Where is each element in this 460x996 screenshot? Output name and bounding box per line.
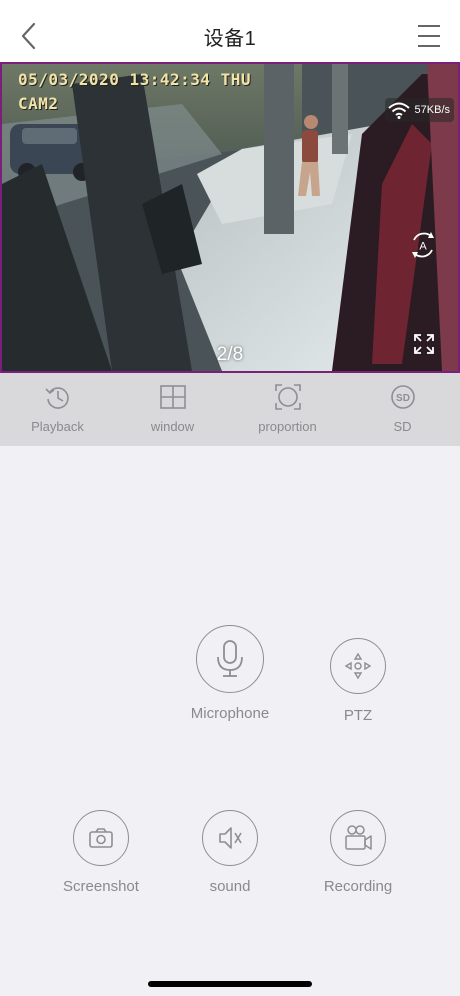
video-toolbar: Playback window proportion SD SD <box>0 373 460 446</box>
menu-button[interactable] <box>416 22 442 50</box>
home-indicator[interactable] <box>148 981 312 987</box>
playback-button[interactable]: Playback <box>0 373 115 446</box>
live-video-view[interactable]: 05/03/2020 13:42:34 THU CAM2 57KB/s A 2/… <box>0 62 460 373</box>
proportion-label: proportion <box>258 419 317 434</box>
proportion-button[interactable]: proportion <box>230 373 345 446</box>
fullscreen-icon <box>414 334 434 354</box>
ptz-control: PTZ <box>298 638 418 724</box>
screenshot-label: Screenshot <box>63 878 139 895</box>
auto-rotate-button[interactable]: A <box>408 230 438 260</box>
network-speed-value: 57KB/s <box>414 104 450 116</box>
page-indicator: 2/8 <box>216 344 244 365</box>
osd-camera-name: CAM2 <box>18 94 59 113</box>
microphone-label: Microphone <box>190 705 270 722</box>
history-clock-icon <box>44 387 69 409</box>
microphone-control: Microphone <box>170 625 290 722</box>
screenshot-button[interactable] <box>73 810 129 866</box>
ptz-direction-icon <box>344 652 372 680</box>
wifi-icon <box>387 102 410 119</box>
network-speed-badge: 57KB/s <box>384 98 454 122</box>
sound-button[interactable] <box>202 810 258 866</box>
window-button[interactable]: window <box>115 373 230 446</box>
recording-label: Recording <box>323 878 393 895</box>
playback-label: Playback <box>31 419 84 434</box>
sd-button[interactable]: SD SD <box>345 373 460 446</box>
navigation-bar: 设备1 <box>0 0 460 62</box>
sound-control: sound <box>170 810 290 895</box>
recording-button[interactable] <box>330 810 386 866</box>
sd-card-icon: SD <box>390 385 415 409</box>
ptz-label: PTZ <box>343 707 373 724</box>
recording-control: Recording <box>298 810 418 895</box>
camera-icon <box>89 828 113 848</box>
auto-rotate-icon: A <box>412 232 434 258</box>
screenshot-control: Screenshot <box>41 810 161 895</box>
grid-window-icon <box>159 385 186 409</box>
aspect-ratio-icon <box>274 384 301 410</box>
microphone-icon <box>217 640 243 677</box>
sound-label: sound <box>209 878 251 895</box>
video-camera-icon <box>345 825 372 850</box>
page-title: 设备1 <box>203 28 257 50</box>
speaker-muted-icon <box>219 827 242 849</box>
microphone-button[interactable] <box>196 625 264 693</box>
window-label: window <box>150 419 195 434</box>
svg-text:SD: SD <box>396 393 410 404</box>
svg-text:A: A <box>419 241 427 253</box>
osd-datetime: 05/03/2020 13:42:34 THU <box>18 70 252 89</box>
fullscreen-button[interactable] <box>412 332 436 356</box>
hamburger-menu-icon <box>418 25 440 47</box>
sd-label: SD <box>393 419 412 434</box>
ptz-button[interactable] <box>330 638 386 694</box>
